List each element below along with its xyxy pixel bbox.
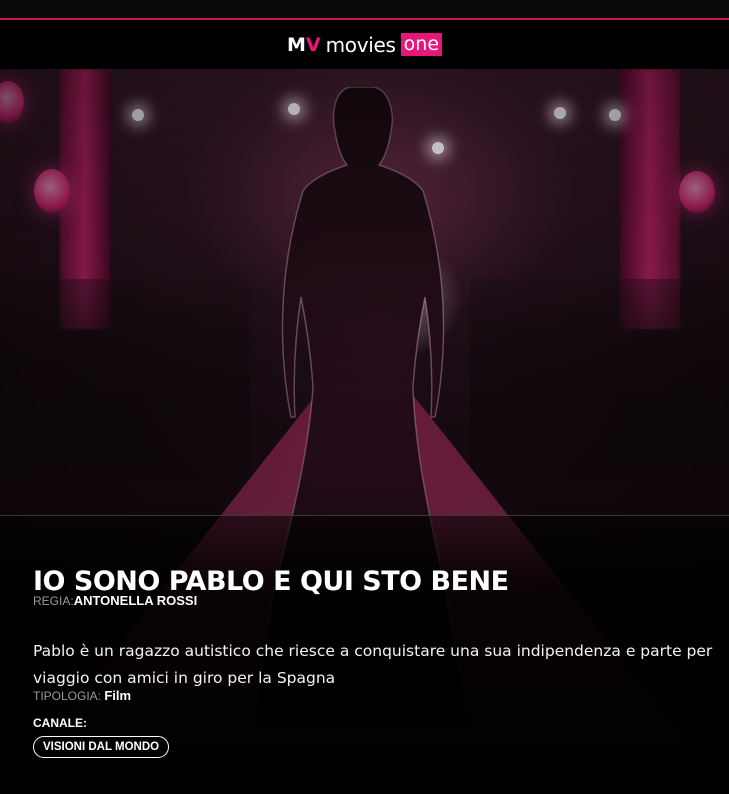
logo-badge: one <box>400 33 443 56</box>
logo-mark: MV <box>286 33 321 56</box>
site-header: MV movies one <box>0 20 729 69</box>
channel-tag[interactable]: VISIONI DAL MONDO <box>33 736 170 758</box>
type-label: TIPOLOGIA: <box>33 689 102 703</box>
type-row: TIPOLOGIA: Film <box>33 688 131 703</box>
director-label: REGIA: <box>33 594 74 608</box>
director-row: REGIA:ANTONELLA ROSSI <box>33 593 197 608</box>
movie-description: Pablo è un ragazzo autistico che riesce … <box>33 641 713 687</box>
mymovies-one-logo[interactable]: MV movies one <box>286 32 443 58</box>
director-name: ANTONELLA ROSSI <box>73 593 198 608</box>
movie-info-panel: IO SONO PABLO E QUI STO BENE REGIA:ANTON… <box>0 515 729 794</box>
channel-label: CANALE: <box>33 716 87 730</box>
top-accent-bar <box>0 0 729 20</box>
type-value: Film <box>104 688 132 703</box>
logo-wordmark: movies <box>325 32 396 57</box>
